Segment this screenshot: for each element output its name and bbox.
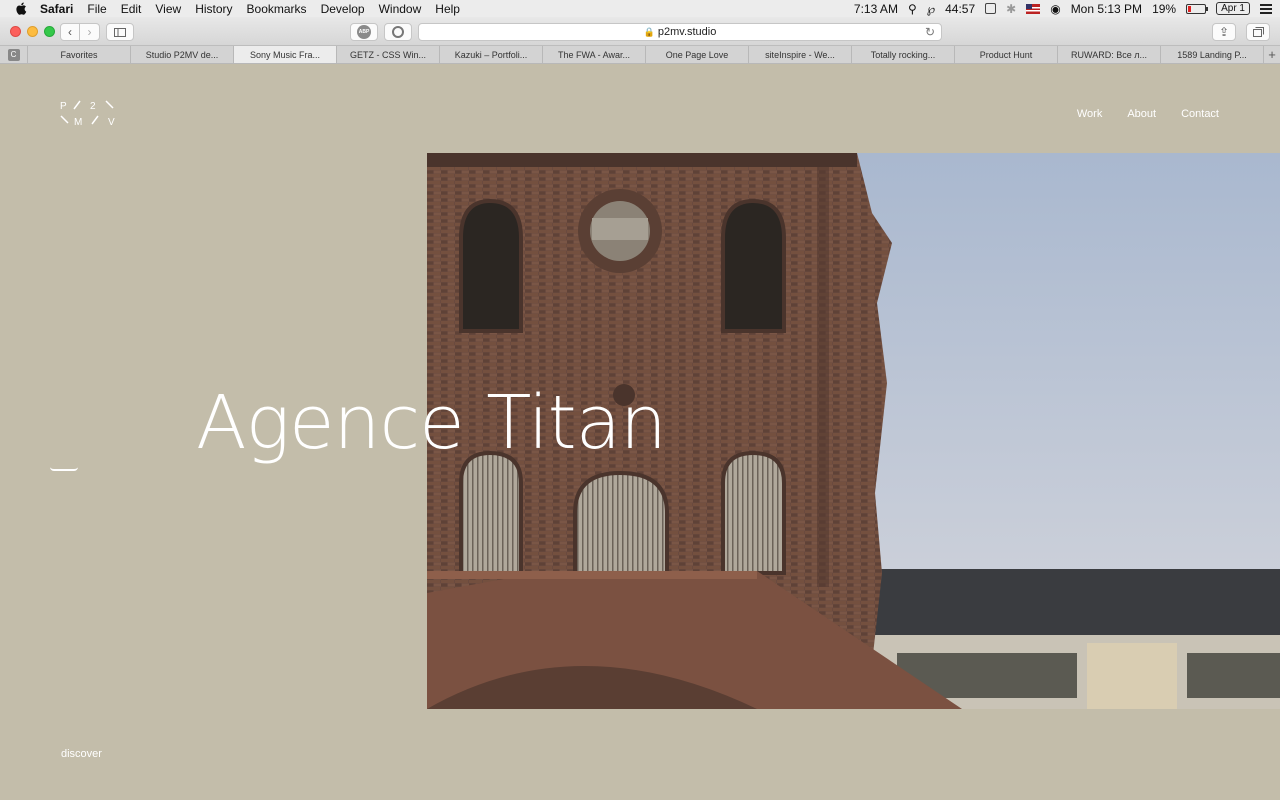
menu-window[interactable]: Window bbox=[379, 2, 422, 16]
wifi-icon[interactable]: ◉ bbox=[1050, 2, 1060, 16]
nav-link-contact[interactable]: Contact bbox=[1181, 108, 1219, 120]
window-minimize-button[interactable] bbox=[27, 26, 38, 37]
pinned-tab[interactable]: C bbox=[0, 46, 28, 63]
sidebar-icon bbox=[114, 27, 126, 37]
address-bar[interactable]: 🔒 p2mv.studio ↻ bbox=[418, 23, 942, 41]
tab-studio-p2mv[interactable]: Studio P2MV de... bbox=[131, 46, 234, 63]
menubar-timer[interactable]: 44:57 bbox=[945, 2, 975, 16]
pinned-tab-icon: C bbox=[7, 48, 20, 61]
p2mv-logo[interactable]: P 2 M V bbox=[60, 100, 118, 126]
pen-icon[interactable]: ℘ bbox=[927, 2, 935, 16]
tab-totally-rocking[interactable]: Totally rocking... bbox=[852, 46, 955, 63]
new-tab-button[interactable]: + bbox=[1264, 46, 1280, 63]
menu-history[interactable]: History bbox=[195, 2, 232, 16]
tab-sony-music[interactable]: Sony Music Fra... bbox=[234, 46, 337, 63]
logo-letter-2: 2 bbox=[90, 101, 96, 112]
window-maximize-button[interactable] bbox=[44, 26, 55, 37]
menu-app-name[interactable]: Safari bbox=[40, 2, 73, 16]
tab-ruward[interactable]: RUWARD: Все л... bbox=[1058, 46, 1161, 63]
share-icon: ⇪ bbox=[1218, 25, 1230, 39]
battery-icon[interactable] bbox=[1186, 3, 1209, 14]
logo-letter-v: V bbox=[108, 117, 115, 126]
bluetooth-icon[interactable]: ✱ bbox=[1006, 2, 1016, 16]
tab-fwa[interactable]: The FWA - Awar... bbox=[543, 46, 646, 63]
forward-button[interactable]: › bbox=[80, 23, 100, 41]
show-all-tabs-button[interactable] bbox=[1246, 23, 1270, 41]
tab-kazuki[interactable]: Kazuki – Portfoli... bbox=[440, 46, 543, 63]
hero-title[interactable]: Agence Titan bbox=[196, 380, 667, 466]
logo-letter-m: M bbox=[74, 117, 82, 126]
apple-icon[interactable] bbox=[14, 2, 28, 16]
nav-link-about[interactable]: About bbox=[1127, 108, 1156, 120]
adblock-extension-button[interactable]: ABP bbox=[350, 23, 378, 41]
menu-edit[interactable]: Edit bbox=[121, 2, 142, 16]
tabs-overview-icon bbox=[1252, 27, 1264, 37]
discover-link[interactable]: discover bbox=[61, 748, 102, 760]
grammarly-extension-button[interactable] bbox=[384, 23, 412, 41]
menubar-date-badge[interactable]: Apr 1 bbox=[1216, 2, 1250, 15]
tab-favorites[interactable]: Favorites bbox=[28, 46, 131, 63]
menubar-clock[interactable]: Mon 5:13 PM bbox=[1071, 2, 1142, 16]
lock-icon: 🔒 bbox=[643, 26, 655, 37]
macos-menubar: Safari File Edit View History Bookmarks … bbox=[0, 0, 1280, 17]
menu-view[interactable]: View bbox=[155, 2, 181, 16]
window-close-button[interactable] bbox=[10, 26, 21, 37]
chevron-right-icon: › bbox=[87, 25, 92, 39]
share-button[interactable]: ⇪ bbox=[1212, 23, 1236, 41]
adblock-icon: ABP bbox=[357, 25, 371, 39]
site-navigation: Work About Contact bbox=[1077, 108, 1219, 120]
reload-icon[interactable]: ↻ bbox=[925, 25, 935, 39]
grammarly-icon bbox=[392, 26, 404, 38]
clipboard-icon[interactable] bbox=[985, 3, 997, 14]
tab-getz[interactable]: GETZ - CSS Win... bbox=[337, 46, 440, 63]
menubar-time-left[interactable]: 7:13 AM bbox=[854, 2, 898, 16]
menu-file[interactable]: File bbox=[87, 2, 106, 16]
plus-icon: + bbox=[1268, 47, 1276, 62]
browser-toolbar: ‹ › ABP 🔒 p2mv.studio ↻ ⇪ bbox=[0, 17, 1280, 46]
back-button[interactable]: ‹ bbox=[60, 23, 80, 41]
us-flag-icon[interactable] bbox=[1026, 3, 1041, 14]
nav-link-work[interactable]: Work bbox=[1077, 108, 1102, 120]
tab-product-hunt[interactable]: Product Hunt bbox=[955, 46, 1058, 63]
menubar-battery-percent[interactable]: 19% bbox=[1152, 2, 1176, 16]
paperclip-icon[interactable]: ⚲ bbox=[908, 2, 917, 16]
address-bar-url: p2mv.studio bbox=[657, 26, 717, 38]
chevron-left-icon: ‹ bbox=[68, 25, 72, 39]
tab-siteinspire[interactable]: siteInspire - We... bbox=[749, 46, 852, 63]
menu-bookmarks[interactable]: Bookmarks bbox=[247, 2, 307, 16]
menu-help[interactable]: Help bbox=[435, 2, 460, 16]
tab-one-page-love[interactable]: One Page Love bbox=[646, 46, 749, 63]
website-viewport: P 2 M V Work About Contact Agence Titan … bbox=[0, 64, 1280, 800]
notification-list-icon[interactable] bbox=[1260, 3, 1272, 14]
sidebar-toggle-button[interactable] bbox=[106, 23, 134, 41]
logo-letter-p: P bbox=[60, 101, 67, 112]
slide-indicator bbox=[50, 467, 78, 471]
tab-bar: C Favorites Studio P2MV de... Sony Music… bbox=[0, 46, 1280, 64]
tab-1589-landing[interactable]: 1589 Landing P... bbox=[1161, 46, 1264, 63]
menu-develop[interactable]: Develop bbox=[321, 2, 365, 16]
